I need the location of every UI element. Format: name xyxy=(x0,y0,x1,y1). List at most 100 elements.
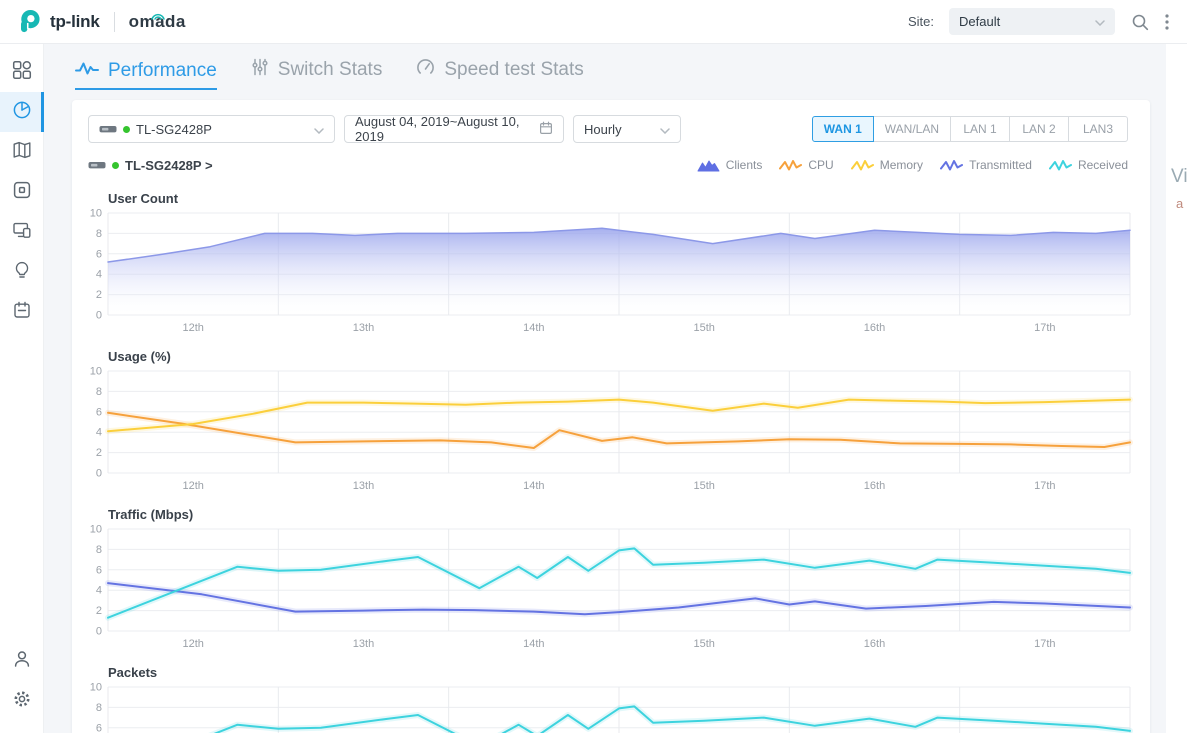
site-label: Site: xyxy=(908,14,934,29)
dashboard-grid-icon xyxy=(12,60,32,85)
svg-text:14th: 14th xyxy=(523,638,544,650)
svg-text:17th: 17th xyxy=(1034,638,1055,650)
legend-item-memory[interactable]: Memory xyxy=(851,158,923,172)
svg-text:13th: 13th xyxy=(353,322,374,334)
legend-label: Received xyxy=(1078,158,1128,172)
transmitted-line-swatch-icon xyxy=(940,159,963,172)
legend-item-received[interactable]: Received xyxy=(1049,158,1128,172)
svg-text:2: 2 xyxy=(96,605,102,617)
svg-text:13th: 13th xyxy=(353,638,374,650)
svg-text:15th: 15th xyxy=(693,480,714,492)
account-icon xyxy=(12,649,32,674)
chart-title: Usage (%) xyxy=(108,349,1134,365)
tab-speed-test-stats-label: Speed test Stats xyxy=(444,59,583,81)
tab-speed-test-stats[interactable]: Speed test Stats xyxy=(416,58,583,90)
svg-text:6: 6 xyxy=(96,722,102,733)
usage-chart[interactable]: 024681012th13th14th15th16th17th xyxy=(88,367,1134,497)
svg-text:6: 6 xyxy=(96,406,102,418)
calendar-icon xyxy=(539,121,553,138)
traffic-chart-block: Traffic (Mbps) 024681012th13th14th15th16… xyxy=(88,507,1134,655)
header-actions: Site: Default xyxy=(908,8,1187,35)
svg-text:15th: 15th xyxy=(693,322,714,334)
device-name-label: TL-SG2428P > xyxy=(125,158,213,173)
memory-line-swatch-icon xyxy=(851,159,874,172)
legend-label: Clients xyxy=(726,158,763,172)
legend-item-transmitted[interactable]: Transmitted xyxy=(940,158,1032,172)
device-status-dot xyxy=(112,162,119,169)
svg-text:12th: 12th xyxy=(182,480,203,492)
sidebar-item-insight[interactable] xyxy=(0,252,44,292)
legend-item-cpu[interactable]: CPU xyxy=(779,158,833,172)
date-range-value: August 04, 2019~August 10, 2019 xyxy=(355,114,539,144)
performance-card: TL-SG2428P August 04, 2019~August 10, 20… xyxy=(72,100,1150,733)
legend-item-clients[interactable]: Clients xyxy=(697,158,763,172)
chart-title: Traffic (Mbps) xyxy=(108,507,1134,523)
switch-device-icon xyxy=(99,124,117,134)
insight-bulb-icon xyxy=(12,260,32,285)
device-name-link[interactable]: TL-SG2428P > xyxy=(88,158,213,173)
top-header: tp-link omada Site: Default xyxy=(0,0,1187,44)
port-button-lan1[interactable]: LAN 1 xyxy=(950,116,1010,142)
sidebar-bottom-group xyxy=(0,641,43,733)
svg-text:17th: 17th xyxy=(1034,480,1055,492)
svg-text:4: 4 xyxy=(96,585,102,597)
sidebar-item-dashboard[interactable] xyxy=(0,52,44,92)
svg-text:8: 8 xyxy=(96,702,102,714)
chart-toolbar: TL-SG2428P August 04, 2019~August 10, 20… xyxy=(88,114,1134,144)
packets-chart[interactable]: 024681012th13th14th15th16th17th xyxy=(88,683,1134,733)
clients-icon xyxy=(12,220,32,245)
svg-text:10: 10 xyxy=(90,366,102,378)
packets-chart-block: Packets 024681012th13th14th15th16th17th xyxy=(88,665,1134,733)
svg-text:2: 2 xyxy=(96,289,102,301)
svg-text:4: 4 xyxy=(96,427,102,439)
svg-text:10: 10 xyxy=(90,208,102,220)
cpu-line-swatch-icon xyxy=(779,159,802,172)
user-count-chart[interactable]: 024681012th13th14th15th16th17th xyxy=(88,209,1134,339)
svg-text:10: 10 xyxy=(90,524,102,536)
svg-text:12th: 12th xyxy=(182,322,203,334)
log-icon xyxy=(12,300,32,325)
switch-device-icon xyxy=(88,160,106,170)
chart-title: Packets xyxy=(108,665,1134,681)
sidebar-item-log[interactable] xyxy=(0,292,44,332)
search-icon[interactable] xyxy=(1130,12,1150,32)
svg-text:12th: 12th xyxy=(182,638,203,650)
user-count-chart-block: User Count 024681012th13th14th15th16th17… xyxy=(88,191,1134,339)
brand-tp-link-text: tp-link xyxy=(50,12,100,32)
devices-icon xyxy=(12,180,32,205)
chart-title: User Count xyxy=(108,191,1134,207)
device-selector[interactable]: TL-SG2428P xyxy=(88,115,335,143)
device-selector-value: TL-SG2428P xyxy=(136,122,212,137)
speedometer-icon xyxy=(416,58,435,82)
sidebar-item-account[interactable] xyxy=(0,641,44,681)
tab-performance[interactable]: Performance xyxy=(75,60,217,90)
svg-text:10: 10 xyxy=(90,682,102,694)
map-icon xyxy=(12,140,32,165)
chevron-down-icon xyxy=(314,122,324,137)
device-legend-row: TL-SG2428P > Clients CPU xyxy=(88,154,1134,176)
sidebar-item-statistics[interactable] xyxy=(0,92,44,132)
port-button-wanlan[interactable]: WAN/LAN xyxy=(873,116,951,142)
port-button-lan3[interactable]: LAN3 xyxy=(1068,116,1128,142)
main-content: Performance Switch Stats Speed test Stat… xyxy=(44,44,1187,733)
sidebar-item-devices[interactable] xyxy=(0,172,44,212)
date-range-picker[interactable]: August 04, 2019~August 10, 2019 xyxy=(344,115,564,143)
svg-text:8: 8 xyxy=(96,386,102,398)
site-selector[interactable]: Default xyxy=(949,8,1115,35)
sidebar-item-clients[interactable] xyxy=(0,212,44,252)
tab-switch-stats[interactable]: Switch Stats xyxy=(251,58,383,90)
port-button-lan2[interactable]: LAN 2 xyxy=(1009,116,1069,142)
svg-text:13th: 13th xyxy=(353,480,374,492)
sidebar-item-map[interactable] xyxy=(0,132,44,172)
svg-text:8: 8 xyxy=(96,228,102,240)
svg-text:17th: 17th xyxy=(1034,322,1055,334)
interval-value: Hourly xyxy=(584,122,622,137)
legend-label: Transmitted xyxy=(969,158,1032,172)
sidebar-item-settings[interactable] xyxy=(0,681,44,721)
traffic-chart[interactable]: 024681012th13th14th15th16th17th xyxy=(88,525,1134,655)
svg-text:4: 4 xyxy=(96,269,102,281)
port-button-wan1[interactable]: WAN 1 xyxy=(812,116,874,142)
kebab-menu-icon[interactable] xyxy=(1165,13,1169,31)
interval-selector[interactable]: Hourly xyxy=(573,115,681,143)
settings-gear-icon xyxy=(12,689,32,714)
